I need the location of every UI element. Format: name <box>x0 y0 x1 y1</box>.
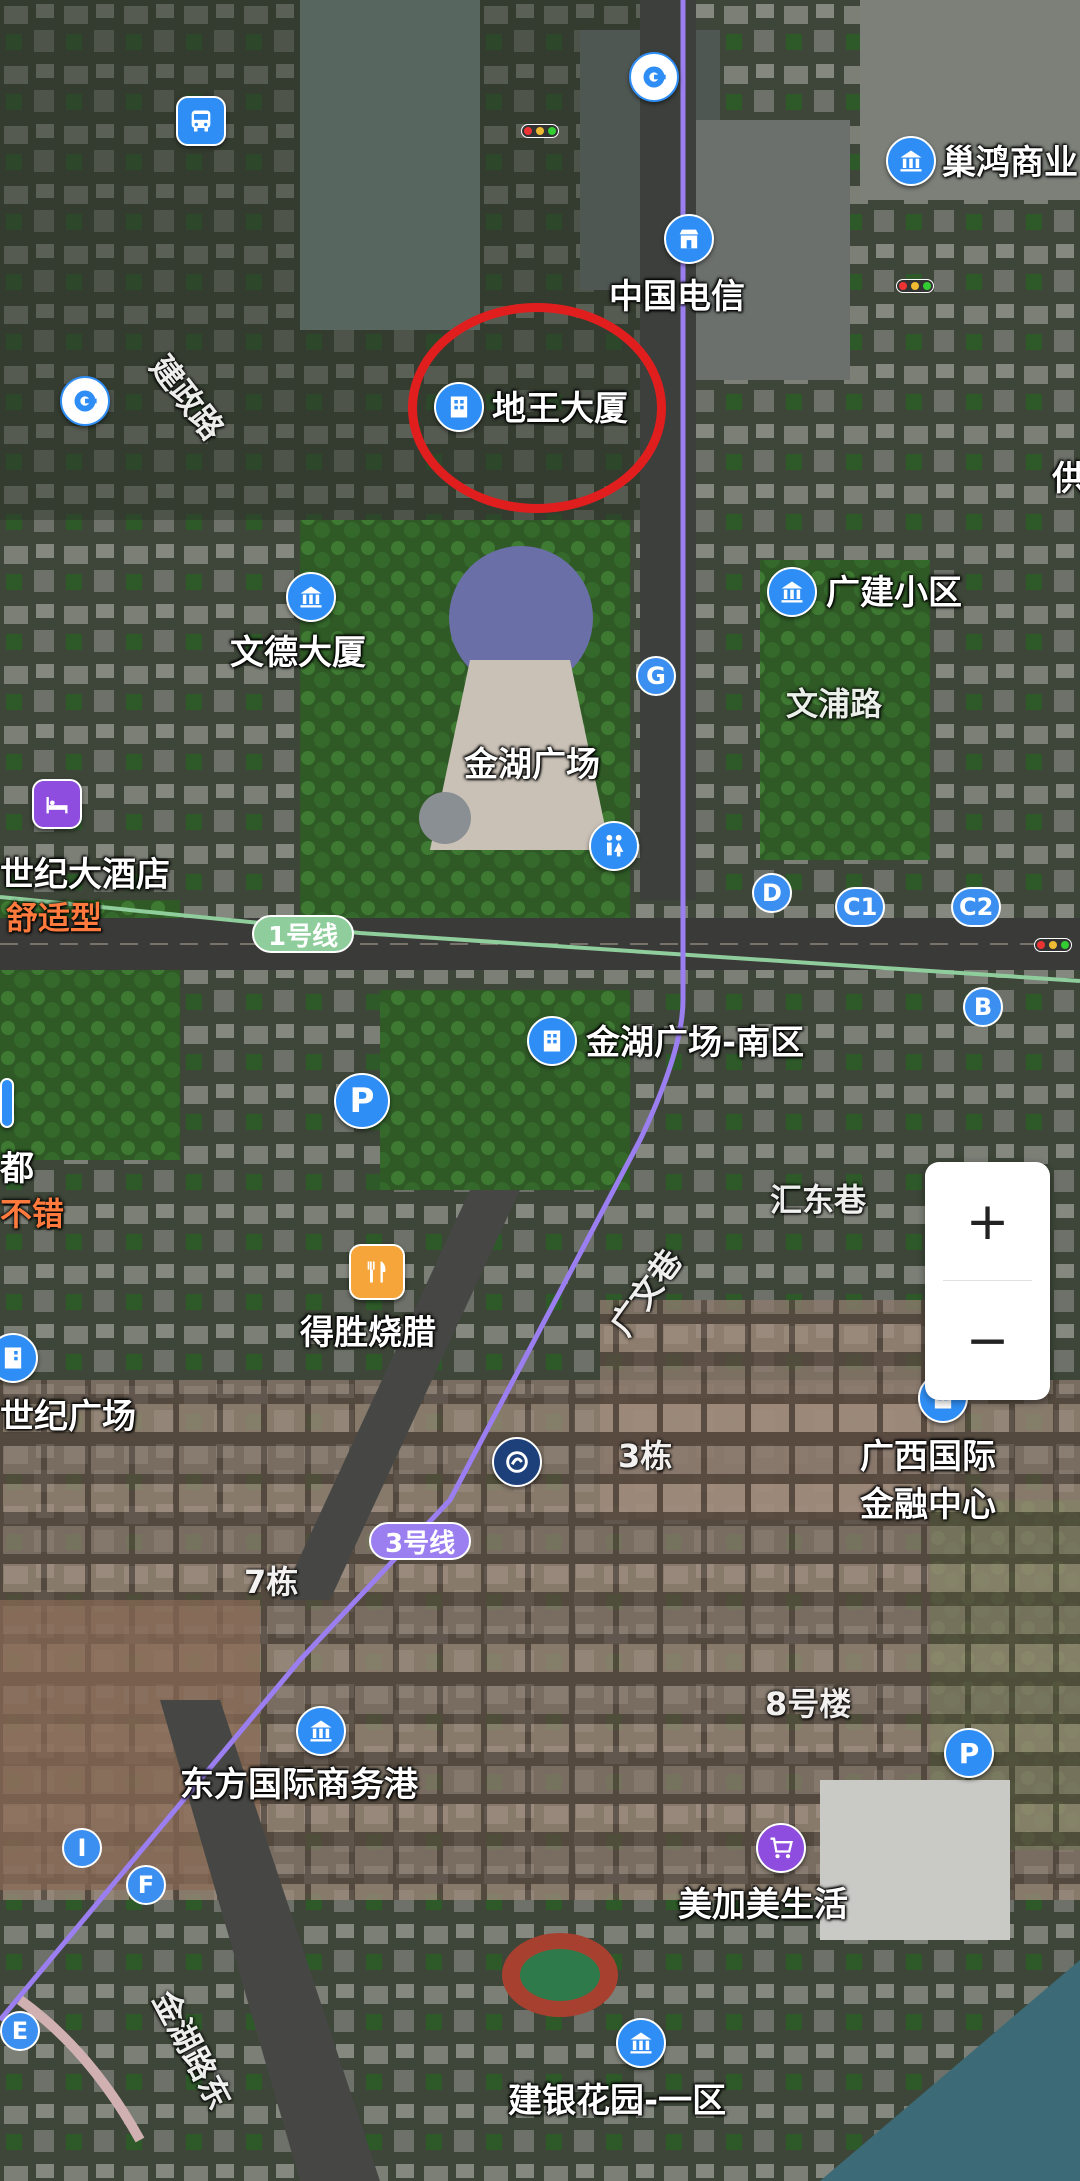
telecom-shop-icon[interactable] <box>664 214 714 264</box>
poi-label[interactable]: 广建小区 <box>826 576 962 610</box>
poi-label[interactable]: 文德大厦 <box>230 636 366 670</box>
metro-exit-badge[interactable]: E <box>0 2011 40 2051</box>
poi-label[interactable]: 世纪大酒店 <box>0 858 170 892</box>
poi-label[interactable]: 美加美生活 <box>678 1888 848 1922</box>
metro-exit-badge[interactable]: G <box>636 656 676 696</box>
building-number-label: 3栋 <box>618 1437 673 1475</box>
traffic-light-icon <box>896 279 934 293</box>
metro-exit-badge[interactable]: F <box>126 1865 166 1905</box>
poi-sublabel: 不错 <box>0 1195 65 1233</box>
poi-label[interactable]: 得胜烧腊 <box>300 1316 436 1350</box>
poi-label[interactable]: 金湖广场 <box>464 748 600 782</box>
building-icon[interactable] <box>616 2018 666 2068</box>
poi-label[interactable]: 巢鸿商业 <box>942 146 1078 180</box>
bus-stop-icon[interactable] <box>176 96 226 146</box>
metro-exit-badge[interactable]: I <box>62 1828 102 1868</box>
metro-exit-badge[interactable]: B <box>963 987 1003 1027</box>
poi-label[interactable]: 东方国际商务港 <box>180 1768 418 1802</box>
poi-label[interactable]: 都 <box>0 1152 34 1186</box>
building-icon[interactable] <box>767 567 817 617</box>
restroom-icon[interactable] <box>589 821 639 871</box>
building-number-label: 7栋 <box>244 1563 299 1601</box>
poi-label[interactable]: 广西国际 <box>860 1440 996 1474</box>
poi-label[interactable]: 金融中心 <box>860 1488 996 1522</box>
building-icon[interactable] <box>296 1706 346 1756</box>
road-label: 文浦路 <box>786 685 883 723</box>
poi-label[interactable]: 中国电信 <box>609 280 745 314</box>
poi-label[interactable]: 建银花园-一区 <box>508 2084 726 2118</box>
poi-label[interactable]: 金湖广场-南区 <box>586 1026 804 1060</box>
bank-icon[interactable] <box>60 376 110 426</box>
traffic-light-icon <box>1034 938 1072 952</box>
building-number-label: 8号楼 <box>765 1685 852 1723</box>
road-label: 汇东巷 <box>770 1181 867 1219</box>
metro-exit-badge[interactable]: C1 <box>835 887 886 927</box>
parking-icon[interactable]: P <box>334 1073 390 1129</box>
building-icon[interactable] <box>286 572 336 622</box>
building-icon[interactable] <box>886 136 936 186</box>
bank-icon[interactable] <box>629 52 679 102</box>
shopping-cart-icon[interactable] <box>756 1823 806 1873</box>
metro-line-1-badge: 1号线 <box>252 915 355 953</box>
zoom-controls: + − <box>925 1162 1050 1400</box>
restaurant-icon[interactable] <box>349 1244 405 1300</box>
zoom-in-button[interactable]: + <box>925 1162 1050 1281</box>
poi-label[interactable]: 供 <box>1052 462 1080 496</box>
satellite-map[interactable]: P P G D C1 C2 B I F E 1号线 3号线 巢鸿商业 中国电信 … <box>0 0 1080 2181</box>
zoom-out-button[interactable]: − <box>925 1281 1050 1400</box>
metro-line-3-badge: 3号线 <box>369 1522 472 1560</box>
partial-poi-icon <box>0 1078 14 1128</box>
traffic-light-icon <box>521 124 559 138</box>
office-building-icon[interactable] <box>527 1016 577 1066</box>
poi-label[interactable]: 世纪广场 <box>0 1400 136 1434</box>
poi-sublabel: 舒适型 <box>6 899 103 937</box>
metro-exit-badge[interactable]: C2 <box>951 887 1002 927</box>
metro-station-icon[interactable] <box>492 1437 542 1487</box>
metro-exit-badge[interactable]: D <box>752 873 792 913</box>
hotel-icon[interactable] <box>32 779 82 829</box>
highlight-circle <box>408 303 666 513</box>
parking-arrow-icon[interactable]: P <box>944 1728 994 1778</box>
